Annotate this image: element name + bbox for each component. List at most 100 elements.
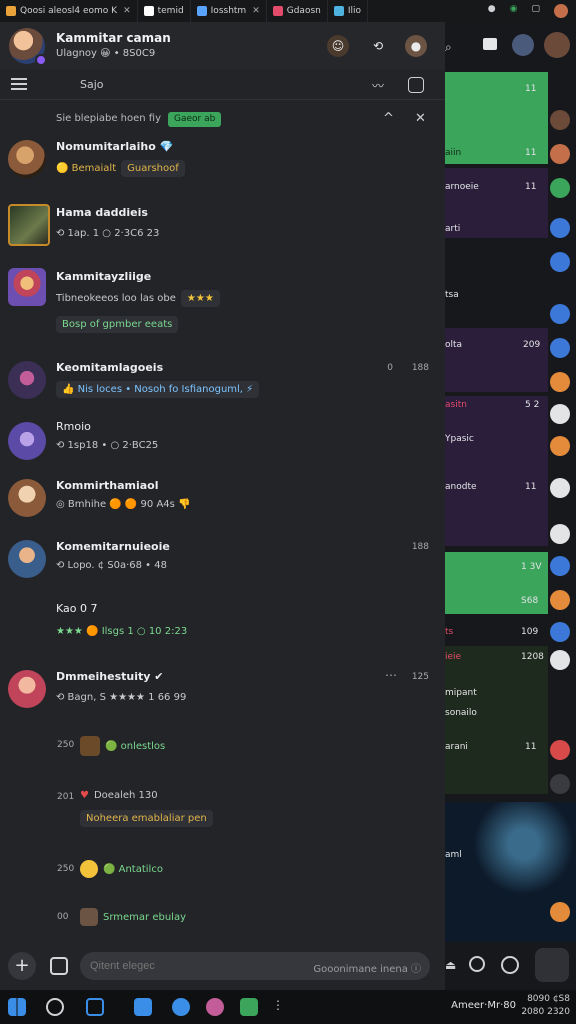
- profile-icon[interactable]: ●: [405, 35, 427, 57]
- message-author[interactable]: Dmmeihestuity ✔: [56, 670, 163, 683]
- avatar[interactable]: [550, 478, 570, 498]
- avatar[interactable]: [550, 304, 570, 324]
- list-item[interactable]: Kommirthamiaol ◎ Bmhihe 🟠 🟠 90 A4s 👎: [0, 477, 445, 533]
- more-icon[interactable]: ⋯: [385, 668, 397, 682]
- list-item[interactable]: 250 🟢 onlestlos: [0, 734, 445, 764]
- avatar[interactable]: [8, 422, 46, 460]
- camera-icon[interactable]: [50, 957, 68, 975]
- message-author[interactable]: Hama daddieis: [56, 206, 148, 219]
- avatar[interactable]: [8, 204, 50, 246]
- maximize-icon[interactable]: ▢: [531, 4, 540, 18]
- filter-chip[interactable]: Gaeor ab: [168, 112, 222, 127]
- message-body[interactable]: 👍 Nis loces • Nosoh fo Isfianoguml, ⚡: [56, 381, 260, 398]
- side-card[interactable]: [445, 646, 548, 794]
- avatar[interactable]: [550, 436, 570, 456]
- message-author[interactable]: Kao 0 7: [56, 602, 97, 615]
- avatar[interactable]: [550, 252, 570, 272]
- search-icon[interactable]: [46, 998, 64, 1016]
- side-card[interactable]: [445, 328, 548, 392]
- collapse-icon[interactable]: ^: [383, 111, 394, 126]
- list-item[interactable]: Hama daddieis ⟲ 1ap. 1 ○ 2·3C6 23: [0, 200, 445, 260]
- tab-1[interactable]: temid: [138, 0, 191, 22]
- avatar[interactable]: [80, 736, 100, 756]
- list-item[interactable]: Kao 0 7 ★★★ 🟠 Ilsgs 1 ○ 10 2:23: [0, 600, 445, 650]
- menu-icon[interactable]: [11, 78, 27, 90]
- search-icon[interactable]: ⌕: [445, 40, 452, 55]
- list-item[interactable]: 00 Srmemar ebulay: [0, 906, 445, 936]
- avatar[interactable]: [9, 28, 47, 66]
- game-icon[interactable]: [240, 998, 258, 1016]
- avatar[interactable]: [544, 32, 570, 58]
- side-card[interactable]: [445, 168, 548, 238]
- profile-icon[interactable]: [554, 4, 568, 18]
- home-icon[interactable]: [483, 38, 497, 50]
- list-item[interactable]: Komemitarnuieoie 188 ⟲ Lopo. ¢ S0a·68 • …: [0, 536, 445, 592]
- tab-4[interactable]: Ilio: [328, 0, 369, 22]
- message-author[interactable]: Kommirthamiaol: [56, 479, 159, 492]
- avatar[interactable]: [550, 774, 570, 794]
- apps-icon[interactable]: [535, 948, 569, 982]
- chat-icon[interactable]: [134, 998, 152, 1016]
- status-icon[interactable]: ◉: [510, 4, 518, 18]
- tab-3[interactable]: Gdaosn: [267, 0, 328, 22]
- reaction-pill[interactable]: Guarshoof: [121, 160, 185, 177]
- avatar[interactable]: [550, 556, 570, 576]
- avatar[interactable]: [550, 622, 570, 642]
- avatar[interactable]: [8, 479, 46, 517]
- list-item[interactable]: Dmmeihestuity ✔ ⋯ 125 ⟲ Bagn, S ★★★★ 1 6…: [0, 666, 445, 726]
- emoji-reaction[interactable]: ★★★: [180, 290, 220, 307]
- record-icon[interactable]: [469, 956, 485, 972]
- avatar[interactable]: [8, 670, 46, 708]
- app-icon[interactable]: [206, 998, 224, 1016]
- avatar[interactable]: [8, 540, 46, 578]
- message-author[interactable]: Komemitarnuieoie: [56, 540, 170, 553]
- settings-icon[interactable]: ●: [488, 4, 496, 18]
- list-item[interactable]: Rmoio ⟲ 1sp18 • ○ 2·BC25: [0, 418, 445, 470]
- emoji-icon[interactable]: [501, 956, 519, 974]
- camera-icon[interactable]: ⏏: [445, 958, 456, 972]
- avatar[interactable]: [550, 740, 570, 760]
- more-icon[interactable]: ⋮: [272, 998, 284, 1012]
- avatar[interactable]: [550, 218, 570, 238]
- reaction-pill[interactable]: Bosp of gpmber eeats: [56, 316, 179, 333]
- avatar[interactable]: [550, 372, 570, 392]
- message-author[interactable]: Kammitayzliige: [56, 270, 151, 283]
- side-card[interactable]: [445, 396, 548, 546]
- activity-icon[interactable]: 〰: [368, 75, 388, 95]
- close-icon[interactable]: ✕: [123, 6, 131, 16]
- inbox-icon[interactable]: [408, 77, 424, 93]
- browser-icon[interactable]: [172, 998, 190, 1016]
- list-item[interactable]: 250 🟢 Antatilco: [0, 858, 445, 888]
- link-icon[interactable]: ⟲: [367, 35, 389, 57]
- avatar[interactable]: [550, 404, 570, 424]
- avatar[interactable]: [550, 590, 570, 610]
- avatar[interactable]: [550, 178, 570, 198]
- add-attachment-button[interactable]: +: [8, 952, 36, 980]
- avatar[interactable]: [80, 908, 98, 926]
- avatar[interactable]: [550, 524, 570, 544]
- list-item[interactable]: Nomumitarlaiho 💎 🟡 Bemaialt Guarshoof: [0, 134, 445, 194]
- message-author[interactable]: Keomitamlagoeis: [56, 361, 163, 374]
- message-author[interactable]: Nomumitarlaiho 💎: [56, 140, 173, 153]
- tab-0[interactable]: Qoosi aleosl4 eomo K ✕: [0, 0, 138, 22]
- list-item[interactable]: 201 ♥ Doealeh 130 Noheera emablaliar pen: [0, 788, 445, 838]
- list-item[interactable]: Kammitayzliige Tibneokeeos loo las obe ★…: [0, 264, 445, 344]
- avatar[interactable]: [550, 338, 570, 358]
- reaction-pill[interactable]: Noheera emablaliar pen: [80, 810, 213, 827]
- tab-2[interactable]: Iosshtm ✕: [191, 0, 267, 22]
- list-item[interactable]: Keomitamlagoeis 0 188 👍 Nis loces • Noso…: [0, 357, 445, 417]
- avatar[interactable]: [8, 140, 46, 178]
- avatar[interactable]: [550, 902, 570, 922]
- close-icon[interactable]: ✕: [252, 6, 260, 16]
- avatar[interactable]: [512, 34, 534, 56]
- avatar[interactable]: [550, 650, 570, 670]
- avatar[interactable]: [8, 361, 46, 399]
- close-icon[interactable]: ✕: [415, 111, 426, 126]
- avatar[interactable]: [8, 268, 46, 306]
- user-icon[interactable]: ☺: [327, 35, 349, 57]
- files-icon[interactable]: [86, 998, 104, 1016]
- message-author[interactable]: Rmoio: [56, 420, 91, 433]
- windows-icon[interactable]: [8, 998, 26, 1016]
- avatar[interactable]: [550, 144, 570, 164]
- avatar[interactable]: [550, 110, 570, 130]
